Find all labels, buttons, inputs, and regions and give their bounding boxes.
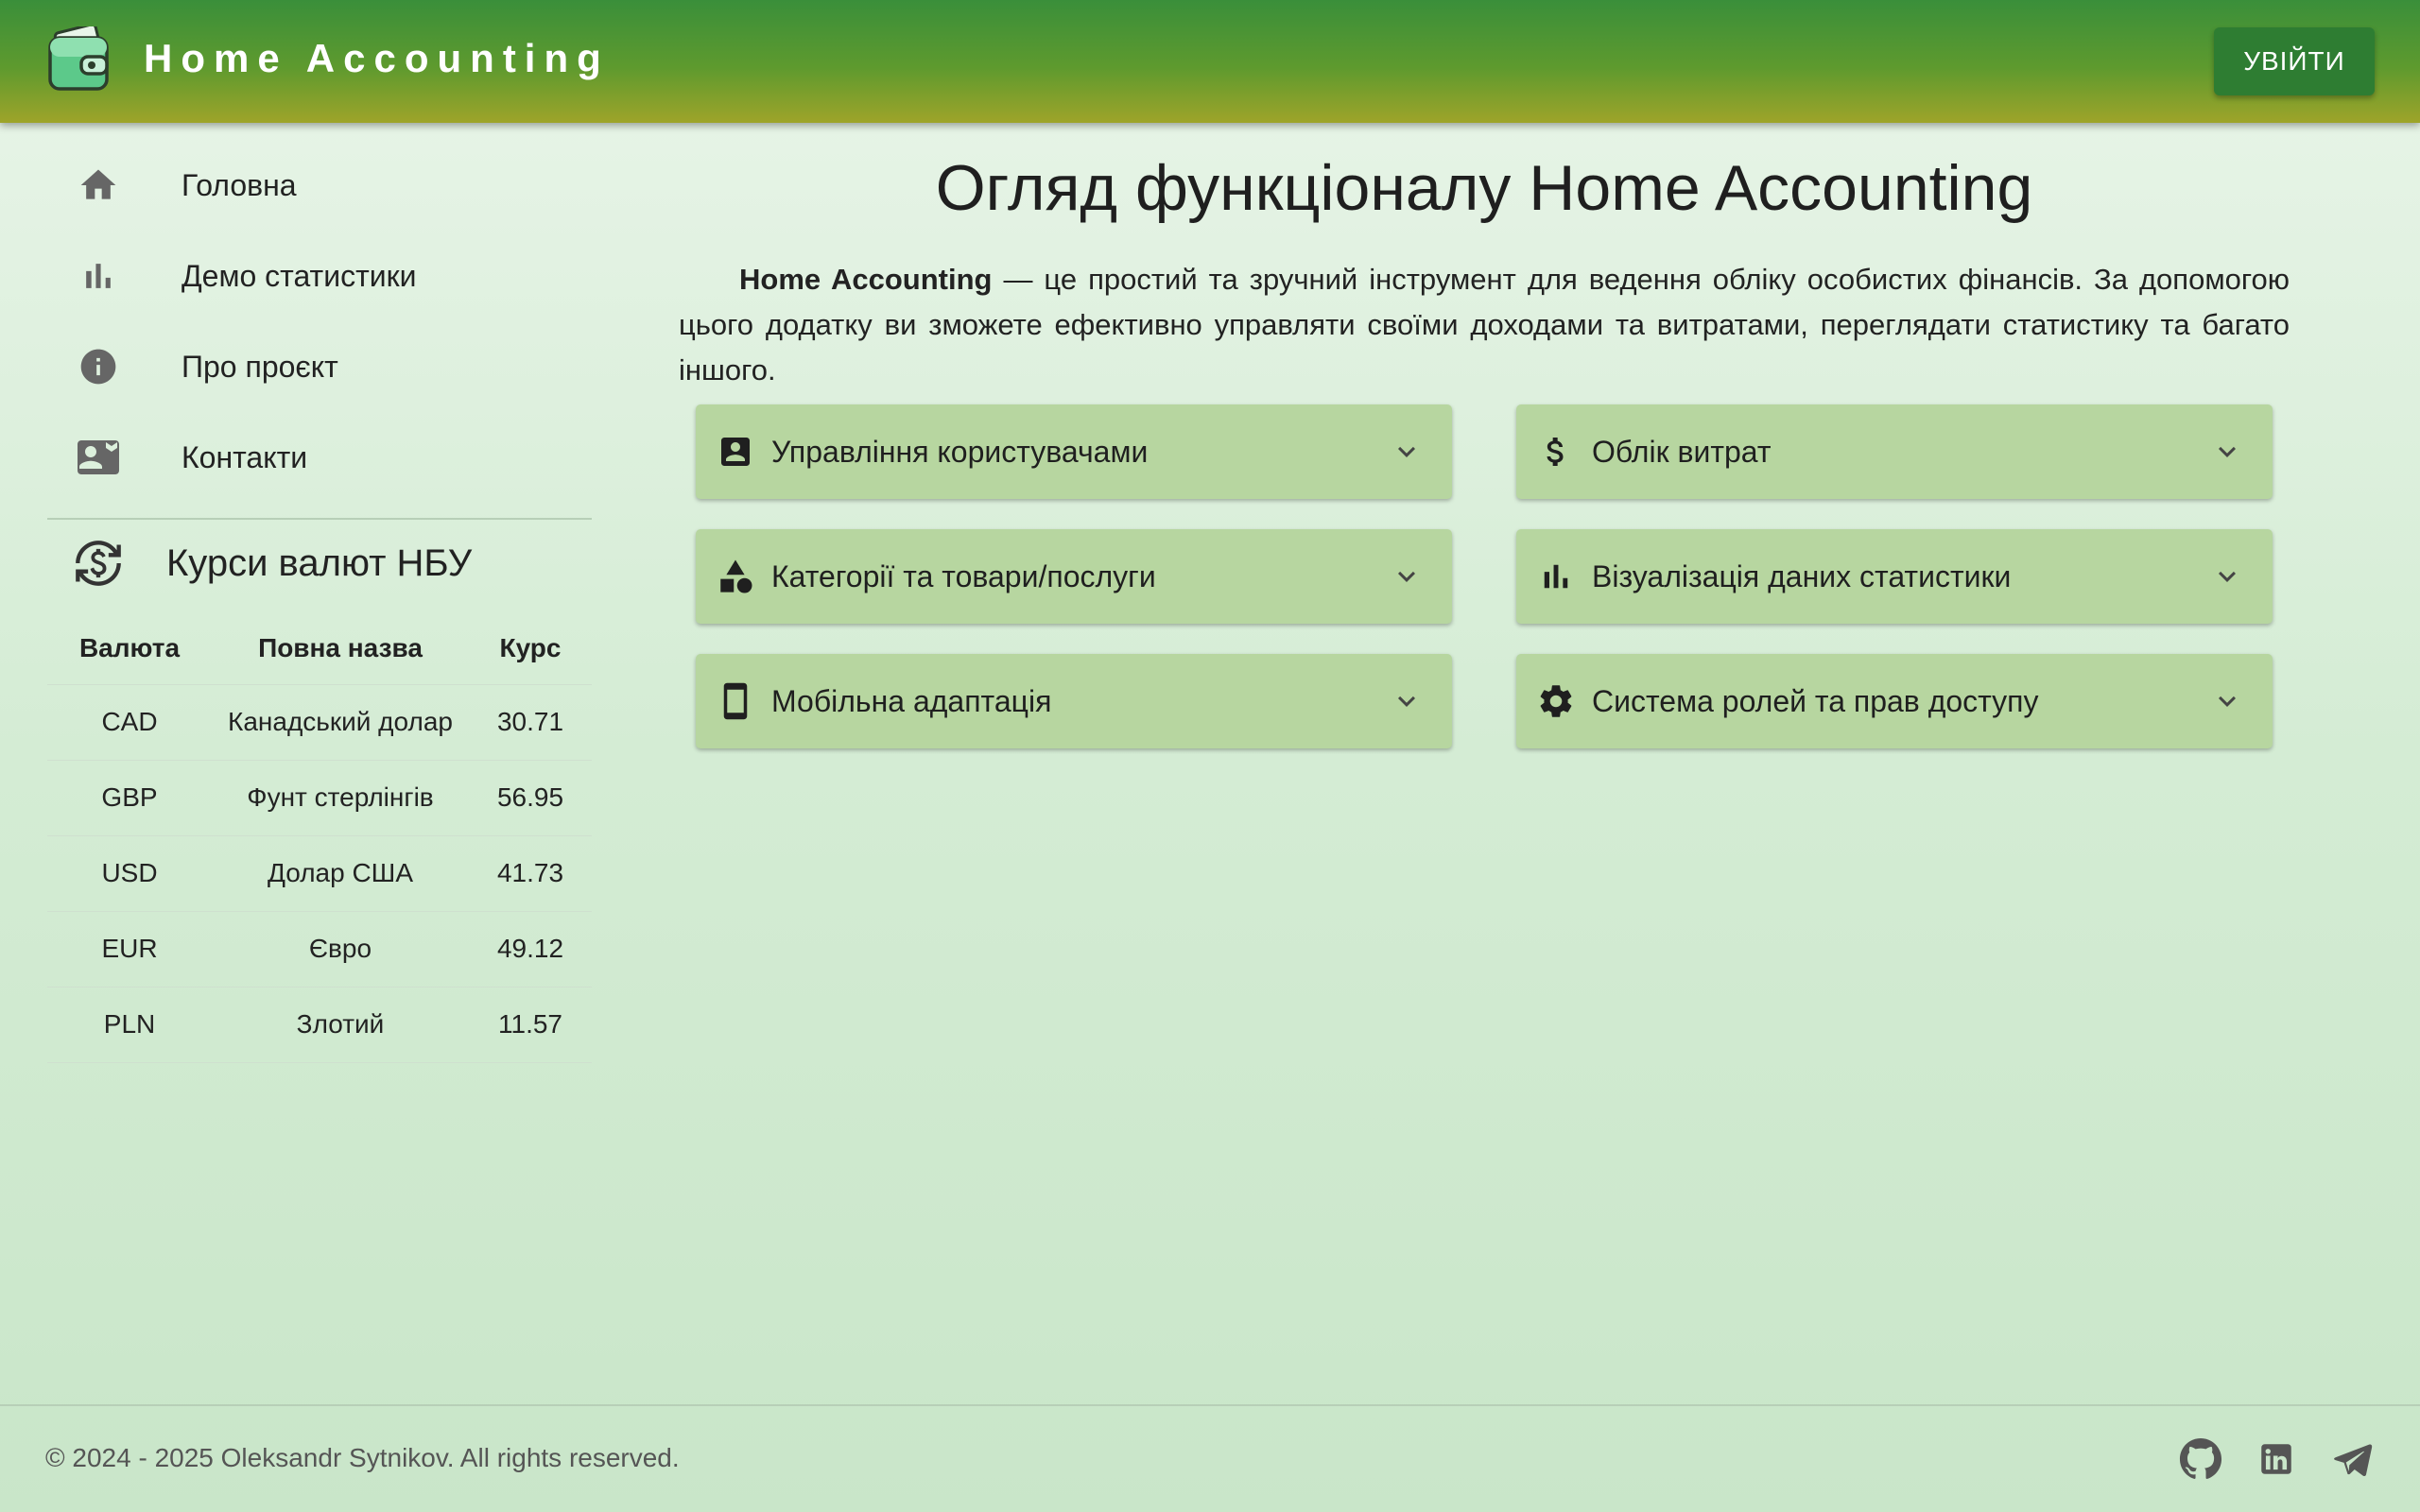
table-header-row: Валюта Повна назва Курс (47, 612, 592, 685)
app-title[interactable]: Home Accounting (144, 36, 610, 81)
home-icon (76, 163, 121, 208)
info-icon (76, 344, 121, 389)
currency-code: CAD (47, 684, 212, 761)
currency-rates-table: Валюта Повна назва Курс CAD Канадський д… (47, 612, 592, 1063)
chevron-down-icon[interactable] (1388, 433, 1426, 471)
shapes-icon (715, 556, 756, 597)
chevron-down-icon[interactable] (2208, 558, 2246, 595)
currency-code: GBP (47, 760, 212, 836)
accordion-expense-tracking[interactable]: Облік витрат (1516, 404, 2273, 499)
wallet-icon[interactable] (47, 23, 112, 93)
sidebar-item-label: Демо статистики (182, 258, 417, 293)
contact-card-icon (76, 435, 121, 480)
currency-code: EUR (47, 911, 212, 988)
bar-chart-icon (76, 253, 121, 299)
account-box-icon (715, 431, 756, 472)
app-header: Home Accounting УВІЙТИ (0, 0, 2420, 123)
sidebar-item-about[interactable]: Про проєкт (0, 321, 592, 412)
currency-rate: 56.95 (469, 760, 592, 836)
smartphone-icon (715, 680, 756, 722)
currency-name: Євро (212, 911, 469, 988)
currency-name: Фунт стерлінгів (212, 760, 469, 836)
sidebar-item-label: Про проєкт (182, 349, 338, 384)
chevron-down-icon[interactable] (1388, 558, 1426, 595)
copyright-text: © 2024 - 2025 Oleksandr Sytnikov. All ri… (45, 1443, 680, 1472)
accordion-label: Система ролей та прав доступу (1592, 683, 2039, 718)
sidebar-item-label: Головна (182, 167, 297, 202)
footer-divider (0, 1404, 2420, 1406)
currency-name: Долар США (212, 835, 469, 912)
sidebar-item-demo-stats[interactable]: Демо статистики (0, 231, 592, 321)
currency-rate: 30.71 (469, 684, 592, 761)
dollar-icon (1535, 431, 1577, 472)
intro-paragraph: Home Accounting — це простий та зручний … (679, 257, 2290, 393)
table-row: PLN Злотий 11.57 (47, 987, 592, 1063)
accordion-label: Категорії та товари/послуги (771, 558, 1156, 593)
sidebar-divider (47, 518, 592, 520)
page-title: Огляд функціоналу Home Accounting (935, 152, 2033, 224)
currency-exchange-icon (74, 539, 123, 588)
accordion-label: Облік витрат (1592, 434, 1772, 469)
chevron-down-icon[interactable] (1388, 682, 1426, 720)
sidebar-item-contacts[interactable]: Контакти (0, 412, 592, 503)
telegram-icon[interactable] (2329, 1436, 2375, 1482)
table-row: GBP Фунт стерлінгів 56.95 (47, 760, 592, 836)
table-row: CAD Канадський долар 30.71 (47, 684, 592, 761)
currency-name: Канадський долар (212, 684, 469, 761)
currency-rate: 49.12 (469, 911, 592, 988)
accordion-label: Мобільна адаптація (771, 683, 1052, 718)
accordion-roles-permissions[interactable]: Система ролей та прав доступу (1516, 654, 2273, 748)
currency-code: PLN (47, 987, 212, 1063)
settings-gear-icon (1535, 680, 1577, 722)
column-header: Курс (469, 612, 592, 685)
linkedin-icon[interactable] (2254, 1436, 2299, 1482)
currency-code: USD (47, 835, 212, 912)
accordion-label: Управління користувачами (771, 434, 1149, 469)
column-header: Повна назва (212, 612, 469, 685)
chevron-down-icon[interactable] (2208, 682, 2246, 720)
accordion-categories[interactable]: Категорії та товари/послуги (696, 529, 1452, 624)
github-icon[interactable] (2178, 1436, 2223, 1482)
intro-bold: Home Accounting (739, 263, 993, 296)
currency-name: Злотий (212, 987, 469, 1063)
accordion-label: Візуалізація даних статистики (1592, 558, 2012, 593)
currency-rate: 41.73 (469, 835, 592, 912)
sidebar-item-home[interactable]: Головна (0, 140, 592, 231)
accordion-user-management[interactable]: Управління користувачами (696, 404, 1452, 499)
chevron-down-icon[interactable] (2208, 433, 2246, 471)
accordion-mobile-adaptation[interactable]: Мобільна адаптація (696, 654, 1452, 748)
rates-title: Курси валют НБУ (166, 542, 473, 584)
accordion-data-visualization[interactable]: Візуалізація даних статистики (1516, 529, 2273, 624)
login-button[interactable]: УВІЙТИ (2214, 27, 2375, 95)
column-header: Валюта (47, 612, 212, 685)
bar-chart-icon (1535, 556, 1577, 597)
sidebar-item-label: Контакти (182, 439, 308, 474)
currency-rate: 11.57 (469, 987, 592, 1063)
table-row: EUR Євро 49.12 (47, 911, 592, 988)
table-row: USD Долар США 41.73 (47, 835, 592, 912)
